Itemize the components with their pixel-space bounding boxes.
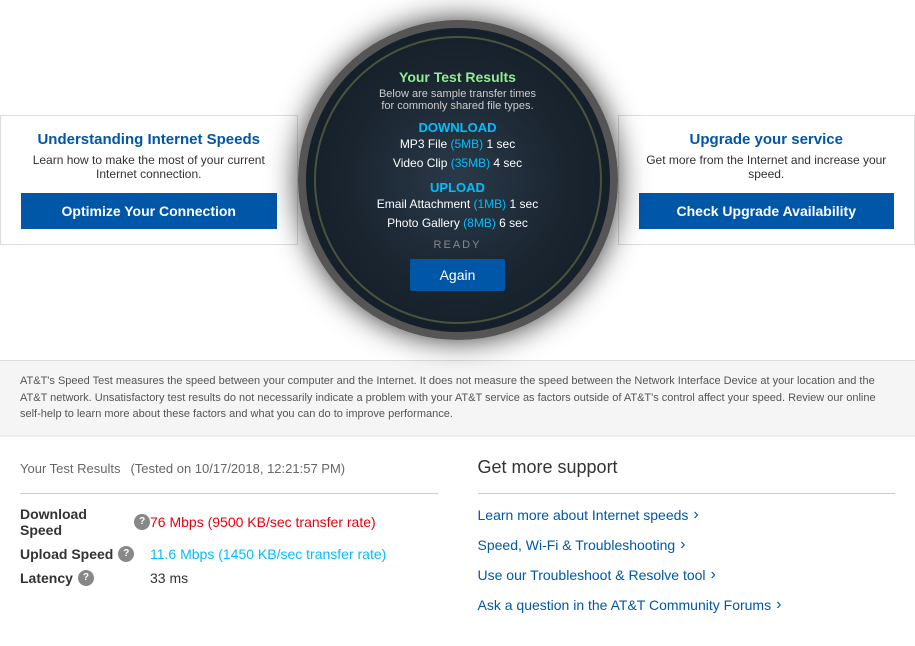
right-info-card: Upgrade your service Get more from the I… xyxy=(618,115,915,245)
again-button[interactable]: Again xyxy=(410,259,506,291)
disclaimer-text: AT&T's Speed Test measures the speed bet… xyxy=(20,373,895,423)
bottom-section: Your Test Results (Tested on 10/17/2018,… xyxy=(0,435,915,646)
results-tested-on: (Tested on 10/17/2018, 12:21:57 PM) xyxy=(130,461,345,476)
gauge-area: DOWNLOAD 76 Mbps Your Test Results Below… xyxy=(298,10,618,350)
support-divider xyxy=(478,493,896,494)
support-link-2[interactable]: Speed, Wi-Fi & Troubleshooting xyxy=(478,536,896,554)
upload-speed-row: Upload Speed ? 11.6 Mbps (1450 KB/sec tr… xyxy=(20,546,438,562)
results-title-text: Your Test Results xyxy=(20,461,120,476)
left-card-title: Understanding Internet Speeds xyxy=(21,131,277,148)
results-subtitle: Below are sample transfer timesfor commo… xyxy=(377,88,538,112)
results-column: Your Test Results (Tested on 10/17/2018,… xyxy=(20,457,438,626)
check-upgrade-button[interactable]: Check Upgrade Availability xyxy=(639,193,895,229)
left-info-card: Understanding Internet Speeds Learn how … xyxy=(0,115,298,245)
support-link-3[interactable]: Use our Troubleshoot & Resolve tool xyxy=(478,566,896,584)
support-column: Get more support Learn more about Intern… xyxy=(478,457,896,626)
support-section-title: Get more support xyxy=(478,457,896,478)
download-speed-row: Download Speed ? 76 Mbps (9500 KB/sec tr… xyxy=(20,506,438,538)
support-link-4[interactable]: Ask a question in the AT&T Community For… xyxy=(478,596,896,614)
results-section-title: Your Test Results (Tested on 10/17/2018,… xyxy=(20,457,438,478)
download-speed-value: 76 Mbps (9500 KB/sec transfer rate) xyxy=(150,514,376,530)
right-card-title: Upgrade your service xyxy=(639,131,895,148)
top-section: Understanding Internet Speeds Learn how … xyxy=(0,0,915,360)
results-divider xyxy=(20,493,438,494)
download-help-icon[interactable]: ? xyxy=(134,514,150,530)
download-row-1: MP3 File (5MB) 1 sec xyxy=(377,135,538,154)
upload-row-2: Photo Gallery (8MB) 6 sec xyxy=(377,214,538,233)
download-section-label: DOWNLOAD xyxy=(377,120,538,135)
latency-label: Latency ? xyxy=(20,570,150,586)
optimize-connection-button[interactable]: Optimize Your Connection xyxy=(21,193,277,229)
results-title: Your Test Results xyxy=(377,69,538,85)
latency-value: 33 ms xyxy=(150,570,188,586)
upload-speed-value: 11.6 Mbps (1450 KB/sec transfer rate) xyxy=(150,546,386,562)
results-panel: Your Test Results Below are sample trans… xyxy=(367,59,548,301)
disclaimer: AT&T's Speed Test measures the speed bet… xyxy=(0,360,915,435)
latency-help-icon[interactable]: ? xyxy=(78,570,94,586)
upload-help-icon[interactable]: ? xyxy=(118,546,134,562)
support-link-1[interactable]: Learn more about Internet speeds xyxy=(478,506,896,524)
upload-speed-text: Upload Speed xyxy=(20,546,113,562)
download-row-2: Video Clip (35MB) 4 sec xyxy=(377,154,538,173)
upload-row-1: Email Attachment (1MB) 1 sec xyxy=(377,195,538,214)
center-gauge: Your Test Results Below are sample trans… xyxy=(298,20,618,340)
upload-section-label: UPLOAD xyxy=(377,180,538,195)
latency-row: Latency ? 33 ms xyxy=(20,570,438,586)
download-speed-label: Download Speed ? xyxy=(20,506,150,538)
right-card-description: Get more from the Internet and increase … xyxy=(639,153,895,181)
left-card-description: Learn how to make the most of your curre… xyxy=(21,153,277,181)
ready-label: READY xyxy=(377,239,538,251)
upload-speed-label: Upload Speed ? xyxy=(20,546,150,562)
download-speed-text: Download Speed xyxy=(20,506,129,538)
latency-text: Latency xyxy=(20,570,73,586)
